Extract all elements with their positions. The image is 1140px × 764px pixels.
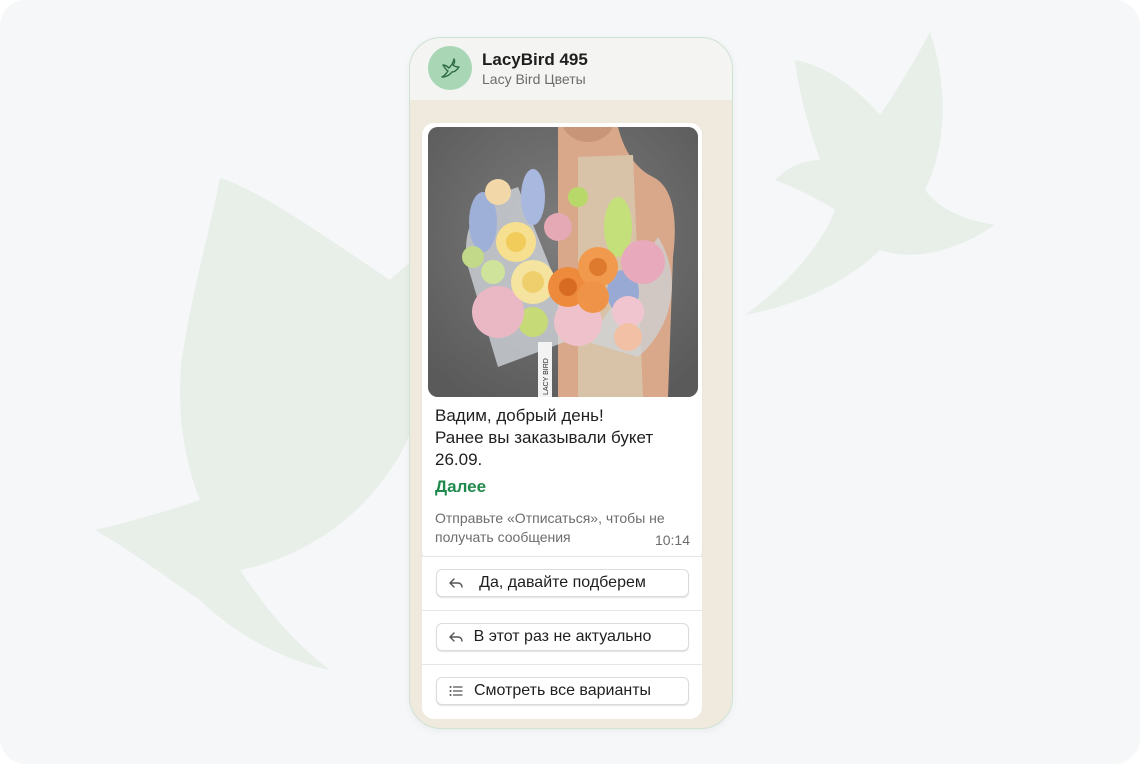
message-text: Вадим, добрый день! Ранее вы заказывали …	[435, 406, 654, 469]
message-time: 10:14	[654, 532, 690, 548]
chat-header: LacyBird 495 Lacy Bird Цветы	[410, 38, 732, 101]
message-bubble: LACY BIRD Вадим, добрый день! Ранее вы з…	[422, 123, 702, 563]
reply-yes-button[interactable]: Да, давайте подберем	[436, 569, 689, 597]
contact-subtitle: Lacy Bird Цветы	[482, 71, 586, 87]
avatar[interactable]	[428, 46, 472, 90]
reply-icon	[449, 578, 463, 588]
bird-logo-icon	[441, 58, 460, 78]
bouquet-photo[interactable]: LACY BIRD	[428, 127, 698, 397]
reply-not-relevant-label: В этот раз не актуально	[473, 628, 652, 645]
contact-name[interactable]: LacyBird 495	[482, 50, 588, 70]
ribbon-label: LACY BIRD	[543, 358, 550, 395]
reply-not-relevant-button[interactable]: В этот раз не актуально	[436, 623, 689, 651]
view-all-options-button[interactable]: Смотреть все варианты	[436, 677, 689, 705]
list-icon	[449, 686, 463, 696]
quick-reply-row: В этот раз не актуально	[422, 610, 702, 665]
quick-reply-row: Да, давайте подберем	[422, 556, 702, 611]
background-canvas: LacyBird 495 Lacy Bird Цветы LACY BIRD В…	[0, 0, 1140, 764]
more-link[interactable]: Далее	[435, 477, 486, 497]
reply-yes-label: Да, давайте подберем	[479, 574, 646, 591]
view-all-options-label: Смотреть все варианты	[473, 682, 652, 699]
phone-frame: LacyBird 495 Lacy Bird Цветы LACY BIRD В…	[409, 37, 733, 729]
reply-icon	[449, 632, 463, 642]
dove-illustration-right	[740, 30, 1010, 330]
unsubscribe-footer: Отправьте «Отписаться», чтобы не получат…	[435, 510, 665, 545]
quick-reply-row: Смотреть все варианты	[422, 664, 702, 719]
